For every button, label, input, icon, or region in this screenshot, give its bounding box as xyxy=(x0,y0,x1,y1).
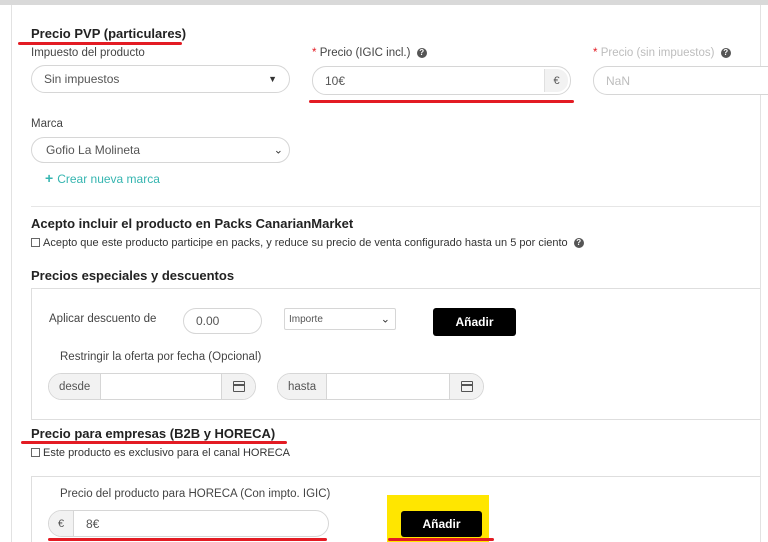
discount-type-value: Importe xyxy=(289,313,323,325)
required-mark: * xyxy=(312,47,317,59)
packs-section-title: Acepto incluir el producto en Packs Cana… xyxy=(31,216,354,231)
discount-amount-value: 0.00 xyxy=(196,314,220,328)
price-input[interactable]: 10€ € xyxy=(312,66,571,95)
date-to-field[interactable]: hasta xyxy=(277,373,484,400)
date-from-input[interactable] xyxy=(101,374,221,399)
horeca-price-value: 8€ xyxy=(86,516,100,531)
date-to-label: hasta xyxy=(278,374,328,399)
brand-select[interactable]: Gofio La Molineta ⌄ xyxy=(31,137,290,163)
apply-discount-label: Aplicar descuento de xyxy=(49,313,157,325)
horeca-price-input[interactable]: € 8€ xyxy=(48,510,329,537)
packs-checkbox-row[interactable]: Acepto que este producto participe en pa… xyxy=(31,237,584,249)
horeca-price-underline xyxy=(48,538,327,541)
checkbox-icon[interactable] xyxy=(31,238,40,247)
create-brand-text: Crear nueva marca xyxy=(57,172,160,186)
tax-label: Impuesto del producto xyxy=(31,47,145,59)
price-label-text: Precio (IGIC incl.) xyxy=(319,47,411,59)
help-icon[interactable]: ? xyxy=(573,238,584,249)
checkbox-icon[interactable] xyxy=(31,448,40,457)
help-icon[interactable]: ? xyxy=(416,47,427,58)
tax-select[interactable]: Sin impuestos ▼ xyxy=(31,65,290,93)
discount-type-select[interactable]: Importe ⌄ xyxy=(284,308,396,330)
required-mark: * xyxy=(593,47,598,59)
horeca-add-underline xyxy=(388,538,494,541)
horeca-currency-addon: € xyxy=(49,511,74,536)
chevron-down-icon: ▼ xyxy=(268,74,277,84)
price-no-tax-value: NaN xyxy=(606,73,631,88)
tax-select-value: Sin impuestos xyxy=(44,72,120,86)
date-from-label: desde xyxy=(49,374,102,399)
price-no-tax-label: * Precio (sin impuestos) ? xyxy=(593,47,731,59)
date-to-input[interactable] xyxy=(327,374,449,399)
b2b-title-underline xyxy=(21,441,287,444)
b2b-section-title: Precio para empresas (B2B y HORECA) xyxy=(31,426,276,441)
chevron-down-icon: ⌄ xyxy=(380,313,390,326)
price-no-tax-label-text: Precio (sin impuestos) xyxy=(600,47,715,59)
price-label: * Precio (IGIC incl.) ? xyxy=(312,47,427,59)
discount-amount-input[interactable]: 0.00 xyxy=(183,308,262,334)
packs-checkbox-text: Acepto que este producto participe en pa… xyxy=(43,237,568,249)
divider xyxy=(31,206,760,207)
plus-icon: + xyxy=(45,170,54,186)
calendar-icon-button[interactable] xyxy=(221,374,255,399)
price-no-tax-input: NaN xyxy=(593,66,768,95)
top-scroll-edge xyxy=(0,0,768,5)
chevron-down-icon: ⌄ xyxy=(273,144,283,157)
brand-label: Marca xyxy=(31,118,63,130)
add-discount-button[interactable]: Añadir xyxy=(433,308,516,336)
price-underline xyxy=(309,100,574,103)
pvp-title-underline xyxy=(18,42,182,45)
brand-select-value: Gofio La Molineta xyxy=(46,143,141,157)
left-border xyxy=(11,5,12,542)
discounts-section-title: Precios especiales y descuentos xyxy=(31,268,235,283)
calendar-icon-button[interactable] xyxy=(449,374,483,399)
horeca-price-label: Precio del producto para HORECA (Con imp… xyxy=(60,488,331,500)
horeca-exclusive-text: Este producto es exclusivo para el canal… xyxy=(43,447,291,459)
pvp-section-title: Precio PVP (particulares) xyxy=(31,26,187,41)
horeca-exclusive-row[interactable]: Este producto es exclusivo para el canal… xyxy=(31,447,290,459)
help-icon[interactable]: ? xyxy=(720,47,731,58)
restrict-date-label: Restringir la oferta por fecha (Opcional… xyxy=(60,351,262,363)
price-currency-addon: € xyxy=(544,69,568,92)
calendar-icon xyxy=(460,381,473,392)
date-from-field[interactable]: desde xyxy=(48,373,256,400)
create-brand-link[interactable]: + Crear nueva marca xyxy=(45,170,160,186)
horeca-add-button[interactable]: Añadir xyxy=(401,511,482,537)
price-input-value: 10€ xyxy=(325,73,346,88)
calendar-icon xyxy=(232,381,245,392)
